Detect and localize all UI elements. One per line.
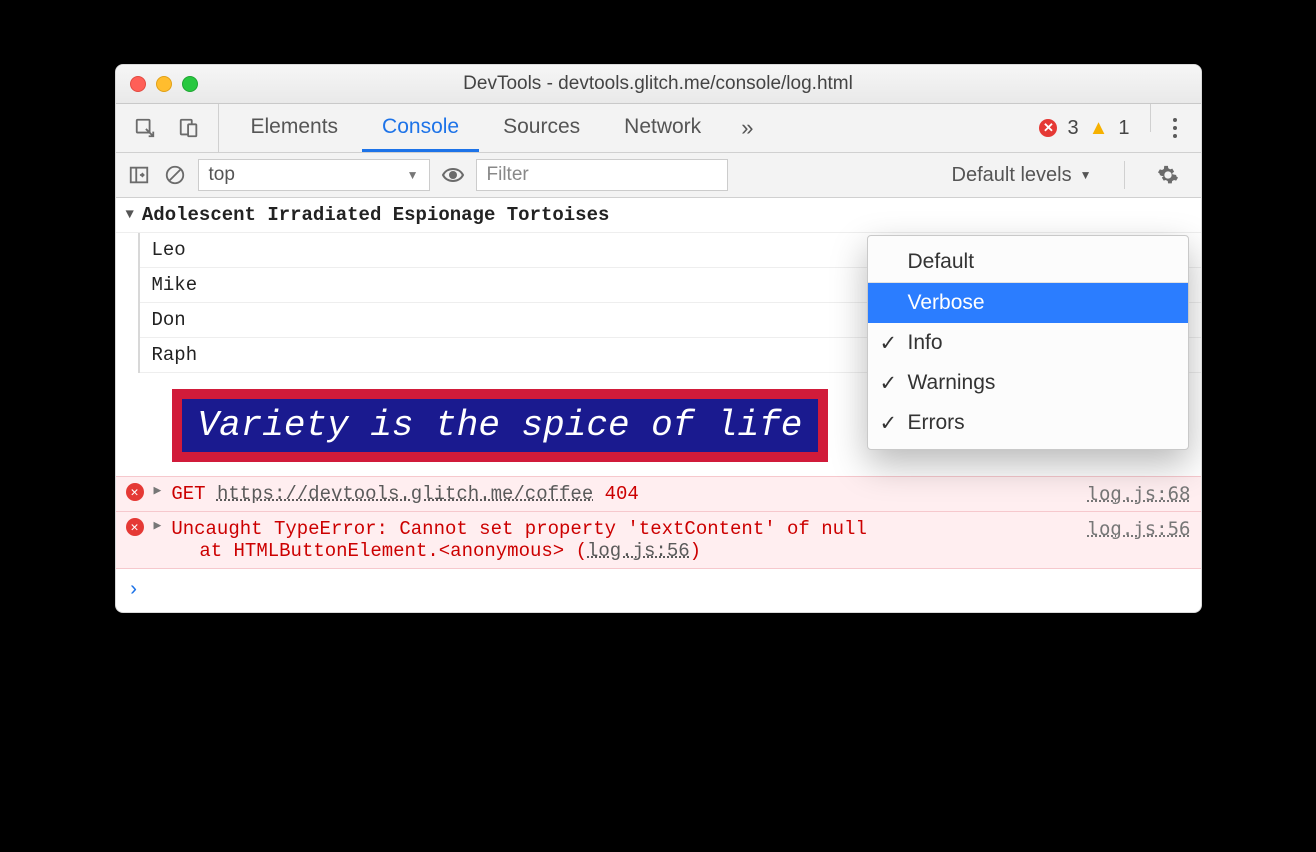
divider xyxy=(1124,161,1125,189)
levels-option-verbose[interactable]: Verbose xyxy=(868,283,1188,323)
js-error-row[interactable]: ✕ ▶ Uncaught TypeError: Cannot set prope… xyxy=(116,512,1201,569)
tab-elements[interactable]: Elements xyxy=(231,104,359,152)
console-prompt[interactable]: › xyxy=(116,569,1201,612)
chevron-down-icon: ▼ xyxy=(407,168,419,182)
panel-tabs: Elements Console Sources Network » xyxy=(219,104,770,152)
console-toolbar: top ▼ Filter Default levels ▼ xyxy=(116,153,1201,198)
execution-context-value: top xyxy=(209,164,235,186)
disclosure-triangle-icon[interactable]: ▶ xyxy=(154,518,162,533)
http-method: GET xyxy=(171,483,205,505)
devtools-window: DevTools - devtools.glitch.me/console/lo… xyxy=(115,64,1202,613)
error-count-icon: ✕ xyxy=(1039,119,1057,137)
source-link[interactable]: log.js:56 xyxy=(1088,518,1191,540)
prompt-chevron-icon: › xyxy=(128,579,140,602)
clear-console-icon[interactable] xyxy=(162,162,188,188)
levels-option-errors[interactable]: ✓ Errors xyxy=(868,403,1188,443)
log-levels-menu: Default Verbose ✓ Info ✓ Warnings ✓ Erro… xyxy=(867,235,1189,450)
levels-option-warnings[interactable]: ✓ Warnings xyxy=(868,363,1188,403)
error-message: Uncaught TypeError: Cannot set property … xyxy=(171,518,1077,562)
error-icon: ✕ xyxy=(126,483,144,501)
levels-option-info[interactable]: ✓ Info xyxy=(868,323,1188,363)
window-controls xyxy=(116,76,198,92)
execution-context-select[interactable]: top ▼ xyxy=(198,159,430,191)
checkmark-icon: ✓ xyxy=(880,411,898,436)
tab-sources[interactable]: Sources xyxy=(483,104,600,152)
warning-count-icon: ▲ xyxy=(1089,117,1109,140)
tab-console[interactable]: Console xyxy=(362,104,479,152)
filter-input[interactable]: Filter xyxy=(476,159,728,191)
message-counts[interactable]: ✕ 3 ▲ 1 xyxy=(1039,104,1139,152)
minimize-window-button[interactable] xyxy=(156,76,172,92)
request-url[interactable]: https://devtools.glitch.me/coffee xyxy=(217,483,593,505)
option-label: Warnings xyxy=(908,371,996,395)
stack-source-link[interactable]: log.js:56 xyxy=(587,540,690,562)
checkmark-icon: ✓ xyxy=(880,371,898,396)
main-tabs-row: Elements Console Sources Network » ✕ 3 ▲… xyxy=(116,104,1201,153)
chevron-down-icon: ▼ xyxy=(1080,168,1092,182)
error-icon: ✕ xyxy=(126,518,144,536)
levels-option-default[interactable]: Default xyxy=(868,242,1188,283)
network-error-row[interactable]: ✕ ▶ GET https://devtools.glitch.me/coffe… xyxy=(116,476,1201,512)
warning-count: 1 xyxy=(1118,117,1129,140)
zoom-window-button[interactable] xyxy=(182,76,198,92)
inspect-element-icon[interactable] xyxy=(132,115,158,141)
close-window-button[interactable] xyxy=(130,76,146,92)
source-link[interactable]: log.js:68 xyxy=(1088,483,1191,505)
title-bar: DevTools - devtools.glitch.me/console/lo… xyxy=(116,65,1201,104)
console-group-header[interactable]: ▼ Adolescent Irradiated Espionage Tortoi… xyxy=(116,198,1201,233)
option-label: Errors xyxy=(908,411,965,435)
option-label: Info xyxy=(908,331,943,355)
window-title: DevTools - devtools.glitch.me/console/lo… xyxy=(116,73,1201,95)
error-message: GET https://devtools.glitch.me/coffee 40… xyxy=(171,483,1077,505)
console-sidebar-toggle-icon[interactable] xyxy=(126,162,152,188)
console-settings-icon[interactable] xyxy=(1145,162,1191,188)
device-toolbar-icon[interactable] xyxy=(176,115,202,141)
http-status: 404 xyxy=(605,483,639,505)
tab-network[interactable]: Network xyxy=(604,104,721,152)
disclosure-triangle-icon[interactable]: ▼ xyxy=(126,207,134,223)
styled-log-message: Variety is the spice of life xyxy=(172,389,829,462)
customize-menu-button[interactable] xyxy=(1161,104,1189,152)
disclosure-triangle-icon[interactable]: ▶ xyxy=(154,483,162,498)
log-levels-dropdown[interactable]: Default levels ▼ xyxy=(940,164,1104,187)
live-expression-icon[interactable] xyxy=(440,162,466,188)
error-count: 3 xyxy=(1067,117,1078,140)
tabs-overflow-button[interactable]: » xyxy=(725,104,769,152)
option-label: Default xyxy=(908,250,975,274)
inspect-dock-group xyxy=(116,104,219,152)
divider xyxy=(1150,104,1151,132)
option-label: Verbose xyxy=(908,291,985,315)
exception-text: Uncaught TypeError: Cannot set property … xyxy=(171,518,867,540)
group-title: Adolescent Irradiated Espionage Tortoise… xyxy=(142,204,609,226)
stack-frame: at HTMLButtonElement.<anonymous> (log.js… xyxy=(171,540,701,562)
filter-placeholder: Filter xyxy=(487,164,529,186)
log-levels-label: Default levels xyxy=(952,164,1072,187)
checkmark-icon: ✓ xyxy=(880,331,898,356)
